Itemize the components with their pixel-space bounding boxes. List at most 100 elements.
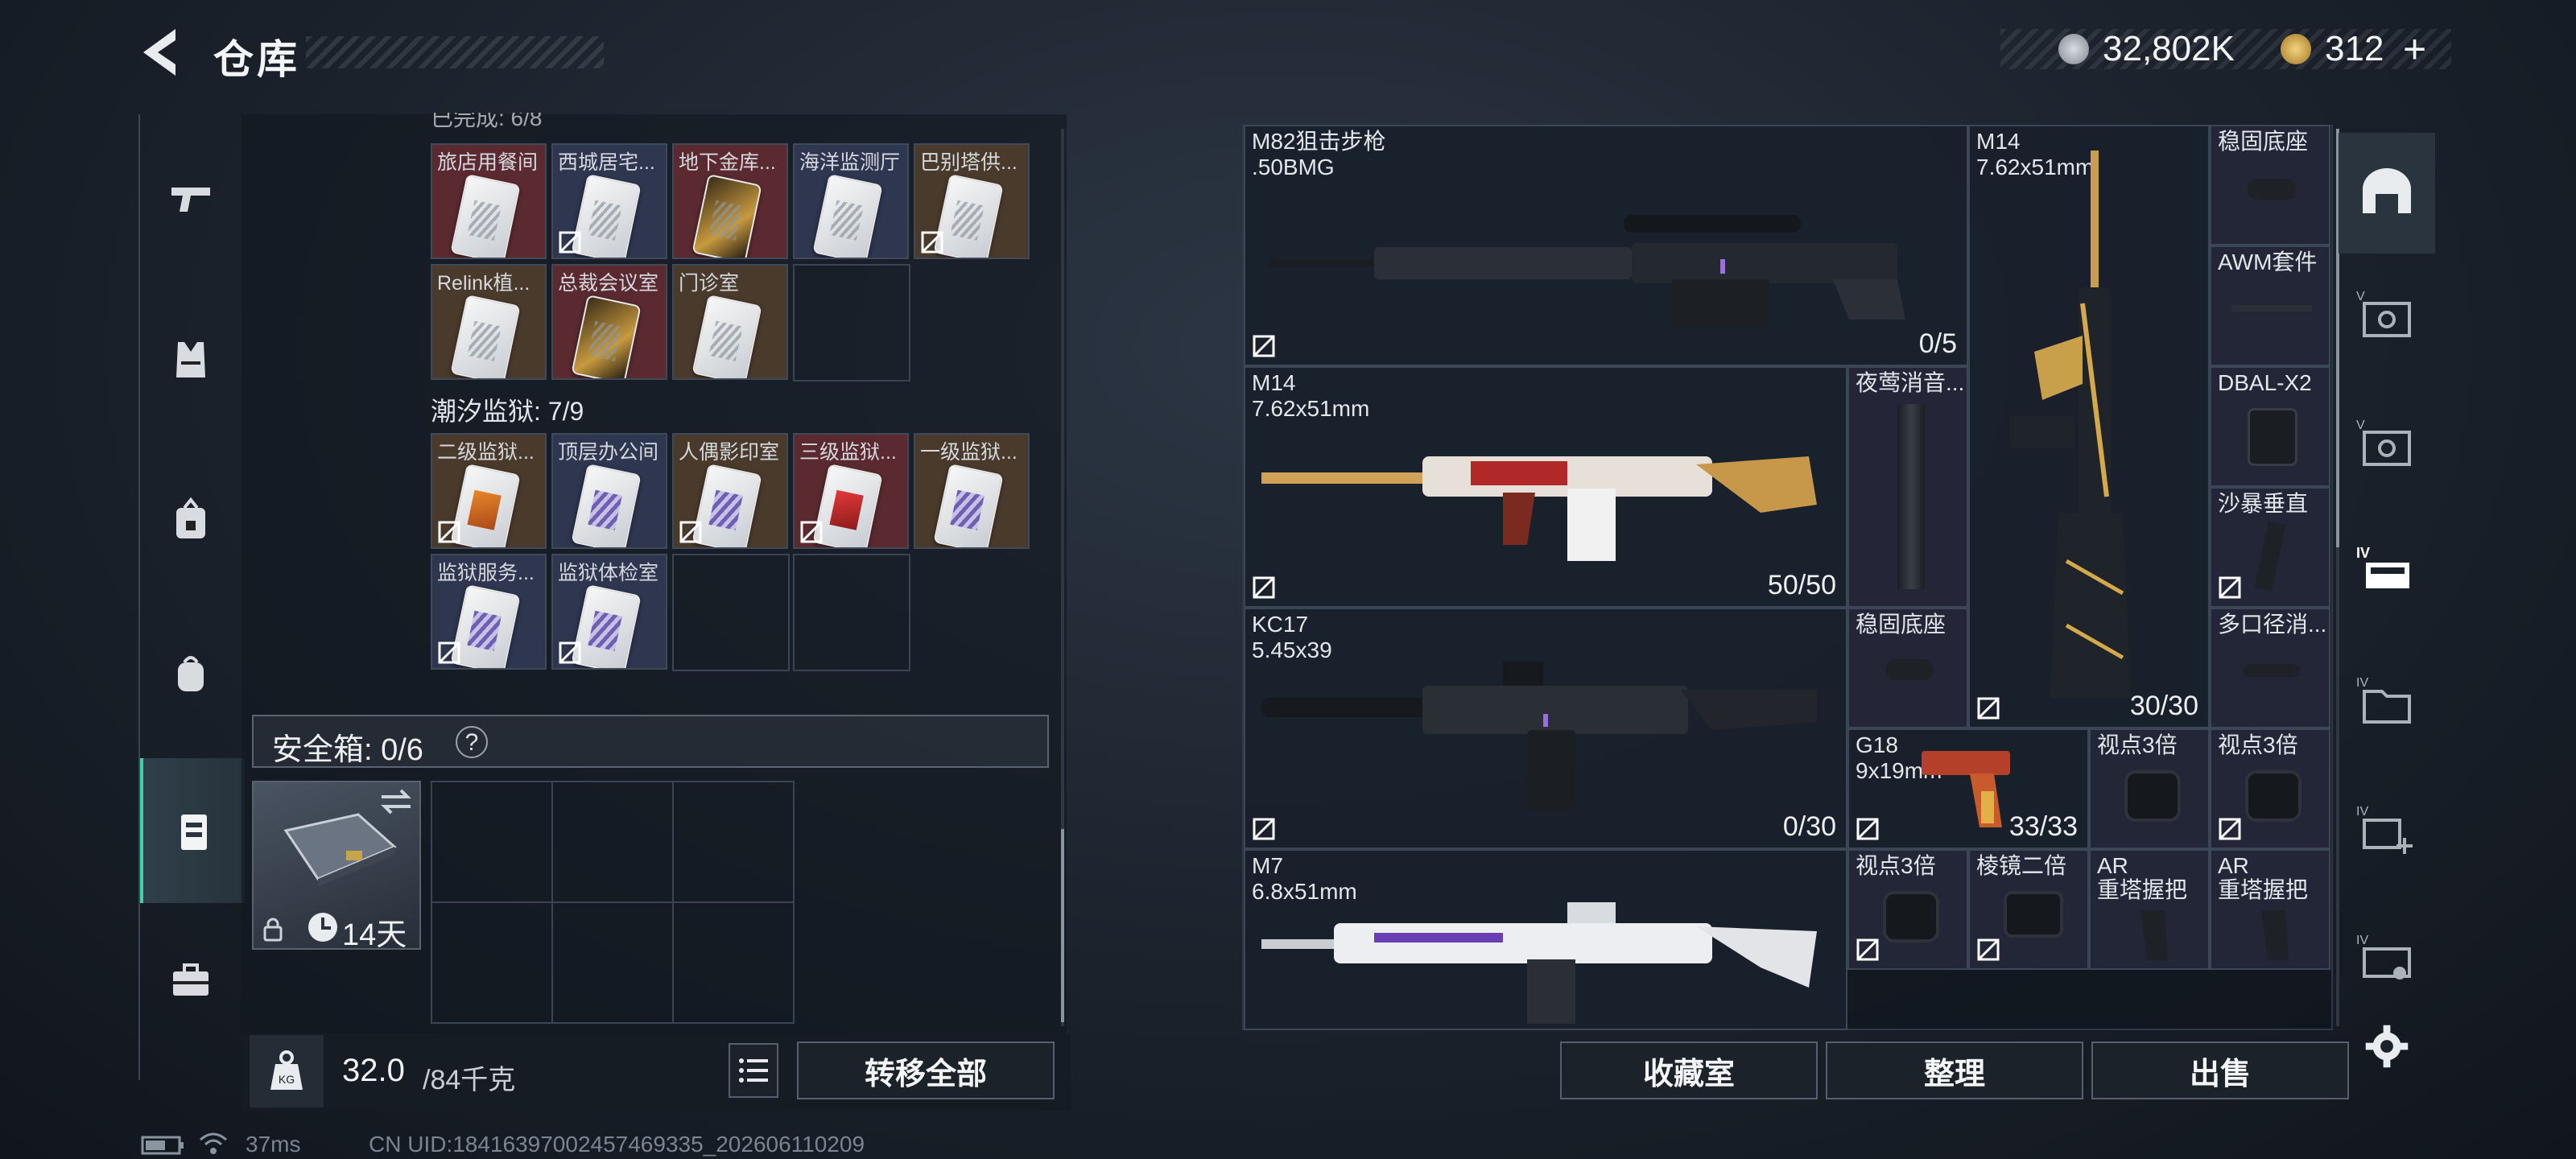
keycard-icon [571,295,642,378]
sidebar-item-chest-rig[interactable] [140,460,242,581]
sidebar-item-pistol[interactable] [140,138,242,259]
page-title: 仓库 [213,37,300,82]
attachment-slot-laser[interactable]: DBAL-X2 [2210,366,2330,487]
tab-main-storage[interactable] [2339,133,2435,254]
attachment-slot-scope[interactable]: 视点3倍 [2210,728,2330,849]
attachment-slot-scope[interactable]: 视点3倍 [2089,728,2210,849]
svg-text:V: V [2356,419,2365,432]
empty-slot[interactable] [672,901,795,1024]
weapon-slot-m7[interactable]: M7 6.8x51mm [1244,849,1847,1030]
attachment-slot-foregrip[interactable]: 沙暴垂直 [2210,487,2330,608]
empty-slot[interactable] [672,781,795,903]
keycard-item[interactable]: 巴别塔供... [914,143,1030,259]
sidebar-item-vest[interactable] [140,299,242,420]
attachment-slot-stock[interactable]: 稳固底座 [1847,608,1968,728]
currency-silver-value: 32,802K [2103,29,2235,68]
back-arrow-icon[interactable] [137,24,185,80]
safe-storage-icon: IV [2356,934,2411,980]
safe-box-grid [431,781,795,1024]
empty-slot[interactable] [672,554,790,671]
tab-storage-4-add[interactable]: IV [2339,769,2435,889]
empty-slot[interactable] [431,901,553,1024]
keycard-item[interactable]: 监狱服务... [431,554,547,670]
no-link-icon [800,521,823,543]
keycard-item[interactable]: 二级监狱... [431,433,547,549]
tab-storage-4-folder[interactable]: IV [2339,640,2435,761]
no-link-icon [2219,576,2241,599]
keycard-item[interactable]: 地下金库... [672,143,788,259]
weapon-slot-g18[interactable]: G18 9x19mm 33/33 [1847,728,2089,849]
keycard-item[interactable]: 一级监狱... [914,433,1030,549]
tab-storage-4-active[interactable]: IV [2339,511,2435,632]
tab-storage-5[interactable]: V [2339,254,2435,374]
warehouse-icon [2363,168,2411,213]
sort-button[interactable]: 整理 [1826,1041,2083,1099]
sell-button[interactable]: 出售 [2091,1041,2349,1099]
prism-scope-icon [2004,891,2063,938]
empty-slot[interactable] [431,781,553,903]
transfer-all-button[interactable]: 转移全部 [797,1041,1055,1099]
weight-current: 32.0 [342,1053,405,1088]
add-currency-button[interactable]: + [2403,26,2426,72]
weapon-slot-m14-a[interactable]: M14 7.62x51mm 50/50 [1244,366,1847,608]
rail-kit-icon [2231,305,2312,311]
no-link-icon [1253,576,1275,599]
scope-icon [1883,891,1939,942]
attachment-slot-muzzle[interactable]: 多口径消... [2210,608,2330,728]
weapon-slot-kc17[interactable]: KC17 5.45x39 0/30 [1244,608,1847,849]
keycard-item[interactable]: 人偶影印室 [672,433,788,549]
ammo-count: 30/30 [2129,691,2198,721]
storage-scrollbar[interactable] [1061,129,1064,1026]
keycard-item[interactable]: 西城居宅... [551,143,667,259]
weapon-name: M82狙击步枪 [1252,129,1386,154]
add-storage-icon: IV [2356,805,2413,854]
vest-icon [176,342,205,377]
swap-icon[interactable] [378,787,414,816]
sidebar-item-toolbox[interactable] [140,919,242,1040]
grip-icon [2140,910,2168,960]
attachment-slot-kit[interactable]: AWM套件 [2210,245,2330,366]
no-link-icon [438,521,460,543]
weapon-name: M14 [1252,370,1296,395]
safe-box-label: 安全箱: 0/6 [272,733,423,767]
attachment-slot-grip-2[interactable]: AR 重塔握把 [2210,849,2330,970]
svg-text:KG: KG [279,1073,295,1086]
empty-slot[interactable] [793,264,910,382]
keycard-item[interactable]: 监狱体检室 [551,554,667,670]
keycard-item[interactable]: 海洋监测厅 [793,143,909,259]
keycard-item[interactable]: 总裁会议室 [551,264,667,380]
weapon-slot-m82[interactable]: M82狙击步枪 .50BMG 0/5 [1244,125,1968,366]
no-link-icon [679,521,702,543]
attachment-slot-scope[interactable]: 视点3倍 [1847,849,1968,970]
no-link-icon [559,231,581,254]
attachment-slot-prism[interactable]: 棱镜二倍 [1968,849,2089,970]
attachment-slot-stock[interactable]: 稳固底座 [2210,125,2330,245]
tab-storage-5b[interactable]: V [2339,382,2435,503]
settings-button[interactable] [2339,986,2435,1107]
sidebar-item-backpack[interactable] [140,613,242,734]
list-view-button[interactable] [729,1043,778,1098]
keycard-item[interactable]: 旅店用餐间 [431,143,547,259]
collection-room-button[interactable]: 收藏室 [1560,1041,1818,1099]
weight-max: /84千克 [423,1065,516,1095]
attachment-slot-silencer[interactable]: 夜莺消音... [1847,366,1968,608]
keycard-item[interactable]: Relink植... [431,264,547,380]
sniper-rifle-icon [1269,215,1905,328]
safe-case-item[interactable]: 14天 [252,781,421,952]
sidebar-item-safe-box[interactable] [140,758,245,903]
help-button[interactable]: ? [456,726,488,758]
empty-slot[interactable] [551,901,674,1024]
scope-icon [2124,770,2181,822]
weapon-slot-m14-b[interactable]: M14 7.62x51mm 30/30 [1968,125,2210,728]
prison-section-title: 潮汐监狱: 7/9 [431,397,584,426]
keycard-item[interactable]: 三级监狱... [793,433,909,549]
svg-text:IV: IV [2356,805,2368,819]
empty-slot[interactable] [551,781,674,903]
keycard-item[interactable]: 门诊室 [672,264,788,380]
keycard-item[interactable]: 顶层办公间 [551,433,667,549]
empty-slot[interactable] [793,554,910,671]
weapon-name: M7 [1252,853,1283,878]
attachment-slot-grip-1[interactable]: AR 重塔握把 [2089,849,2210,970]
grip-icon [2261,910,2289,960]
assault-rifle-icon [1261,662,1817,810]
